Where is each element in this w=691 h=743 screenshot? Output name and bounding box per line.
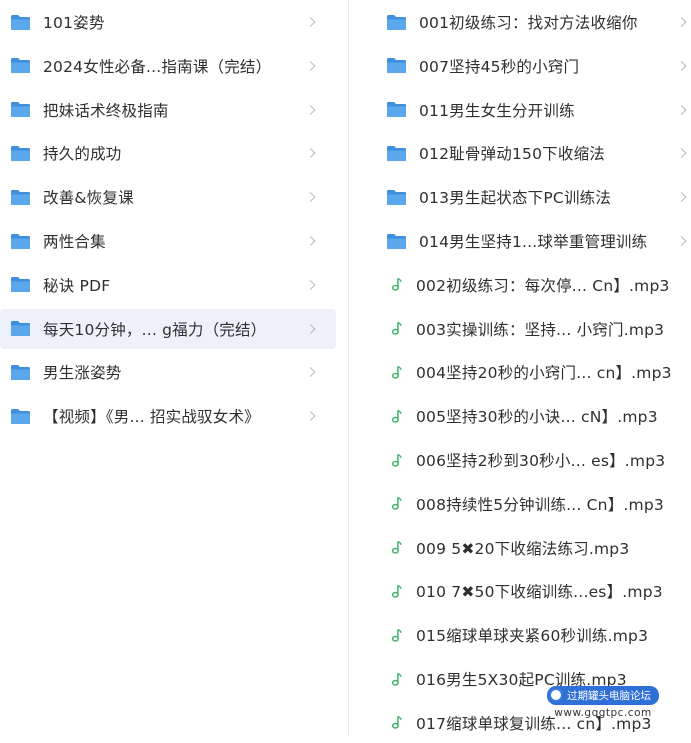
pane-divider	[348, 0, 349, 736]
item-label: 005坚持30秒的小诀... cN】.mp3	[416, 408, 658, 427]
folder-item[interactable]: 2024女性必备...指南课（完结）	[0, 46, 336, 86]
audio-file-item[interactable]: 002初级练习：每次停... Cn】.mp3	[372, 265, 691, 305]
music-note-icon	[386, 669, 406, 689]
music-note-icon	[386, 625, 406, 645]
item-label: 008持续性5分钟训练... Cn】.mp3	[416, 495, 664, 514]
music-note-icon	[386, 450, 406, 470]
item-label: 010 7✖50下收缩训练...es】.mp3	[416, 583, 663, 602]
item-label: 101姿势	[43, 14, 105, 32]
watermark: 过期罐头电脑论坛 www.gqgtpc.com	[541, 682, 665, 722]
audio-file-item[interactable]: 015缩球单球夹紧60秒训练.mp3	[372, 615, 691, 655]
item-label: 【视频】《男... 招实战驭女术》	[43, 408, 260, 427]
folder-icon	[10, 57, 31, 74]
item-label: 011男生女生分开训练	[419, 101, 575, 120]
folder-icon	[10, 101, 31, 118]
folder-icon	[10, 364, 31, 381]
folder-icon	[10, 276, 31, 293]
item-label: 001初级练习：找对方法收缩你	[419, 14, 638, 32]
audio-file-item[interactable]: 009 5✖20下收缩法练习.mp3	[372, 528, 691, 568]
folder-item[interactable]: 把妹话术终极指南	[0, 90, 336, 130]
item-label: 006坚持2秒到30秒小... es】.mp3	[416, 452, 666, 470]
folder-item[interactable]: 男生涨姿势	[0, 352, 336, 392]
audio-file-item[interactable]: 006坚持2秒到30秒小... es】.mp3	[372, 440, 691, 480]
item-label: 男生涨姿势	[43, 364, 122, 383]
folder-icon	[386, 233, 407, 250]
folder-icon	[386, 57, 407, 74]
item-label: 2024女性必备...指南课（完结）	[43, 57, 272, 76]
folder-item[interactable]: 每天10分钟，... g福力（完结）	[0, 308, 336, 349]
left-file-list: 101姿势 2024女性必备...指南课（完结） 把妹话术终极指南 持久的成功改善&恢…	[0, 0, 336, 736]
item-label: 每天10分钟，... g福力（完结）	[43, 320, 267, 339]
right-file-list: 001初级练习：找对方法收缩你 007坚持45秒的小窍门 011男生女生分开训练 01…	[372, 0, 691, 736]
music-note-icon	[386, 581, 406, 601]
folder-icon	[386, 14, 407, 31]
item-label: 012耻骨弹动150下收缩法	[419, 145, 605, 164]
item-label: 015缩球单球夹紧60秒训练.mp3	[416, 627, 649, 646]
item-label: 秘诀 PDF	[43, 276, 111, 295]
folder-icon	[386, 145, 407, 162]
item-label: 007坚持45秒的小窍门	[419, 57, 580, 76]
folder-item[interactable]: 014男生坚持1...球举重管理训练	[372, 221, 691, 261]
audio-file-item[interactable]: 010 7✖50下收缩训练...es】.mp3	[372, 571, 691, 611]
watermark-logo-icon	[549, 688, 563, 702]
audio-file-item[interactable]: 005坚持30秒的小诀... cN】.mp3	[372, 396, 691, 436]
item-label: 014男生坚持1...球举重管理训练	[419, 233, 648, 251]
music-note-icon	[386, 406, 406, 426]
folder-icon	[386, 189, 407, 206]
item-label: 两性合集	[43, 233, 106, 251]
folder-icon	[10, 233, 31, 250]
folder-item[interactable]: 【视频】《男... 招实战驭女术》	[0, 396, 336, 436]
music-note-icon	[386, 713, 406, 733]
item-label: 改善&恢复课	[43, 189, 134, 208]
item-label: 把妹话术终极指南	[43, 101, 169, 120]
folder-icon	[386, 101, 407, 118]
folder-item[interactable]: 012耻骨弹动150下收缩法	[372, 133, 691, 173]
folder-item[interactable]: 101姿势	[0, 2, 336, 42]
folder-item[interactable]: 两性合集	[0, 221, 336, 261]
folder-icon	[10, 189, 31, 206]
watermark-site-name: 过期罐头电脑论坛	[567, 689, 651, 702]
folder-icon	[10, 408, 31, 425]
item-label: 持久的成功	[43, 145, 122, 164]
folder-icon	[10, 14, 31, 31]
watermark-bar: 过期罐头电脑论坛	[547, 685, 659, 705]
folder-item[interactable]: 013男生起状态下PC训练法	[372, 177, 691, 217]
folder-icon	[10, 145, 31, 162]
music-note-icon	[386, 362, 406, 382]
item-label: 013男生起状态下PC训练法	[419, 189, 612, 208]
folder-item[interactable]: 001初级练习：找对方法收缩你	[372, 2, 691, 42]
folder-icon	[10, 320, 31, 337]
item-label: 002初级练习：每次停... Cn】.mp3	[416, 276, 670, 295]
folder-item[interactable]: 持久的成功	[0, 133, 336, 173]
audio-file-item[interactable]: 003实操训练：坚持... 小窍门.mp3	[372, 309, 691, 349]
folder-item[interactable]: 秘诀 PDF	[0, 265, 336, 305]
folder-item[interactable]: 007坚持45秒的小窍门	[372, 46, 691, 86]
folder-item[interactable]: 改善&恢复课	[0, 177, 336, 217]
item-label: 004坚持20秒的小窍门... cn】.mp3	[416, 364, 672, 383]
audio-file-item[interactable]: 008持续性5分钟训练... Cn】.mp3	[372, 484, 691, 524]
item-label: 009 5✖20下收缩法练习.mp3	[416, 539, 630, 558]
music-note-icon	[386, 538, 406, 558]
watermark-url: www.gqgtpc.com	[554, 706, 652, 719]
music-note-icon	[386, 494, 406, 514]
item-label: 003实操训练：坚持... 小窍门.mp3	[416, 320, 665, 339]
audio-file-item[interactable]: 004坚持20秒的小窍门... cn】.mp3	[372, 352, 691, 392]
music-note-icon	[386, 319, 406, 339]
folder-item[interactable]: 011男生女生分开训练	[372, 90, 691, 130]
music-note-icon	[386, 275, 406, 295]
